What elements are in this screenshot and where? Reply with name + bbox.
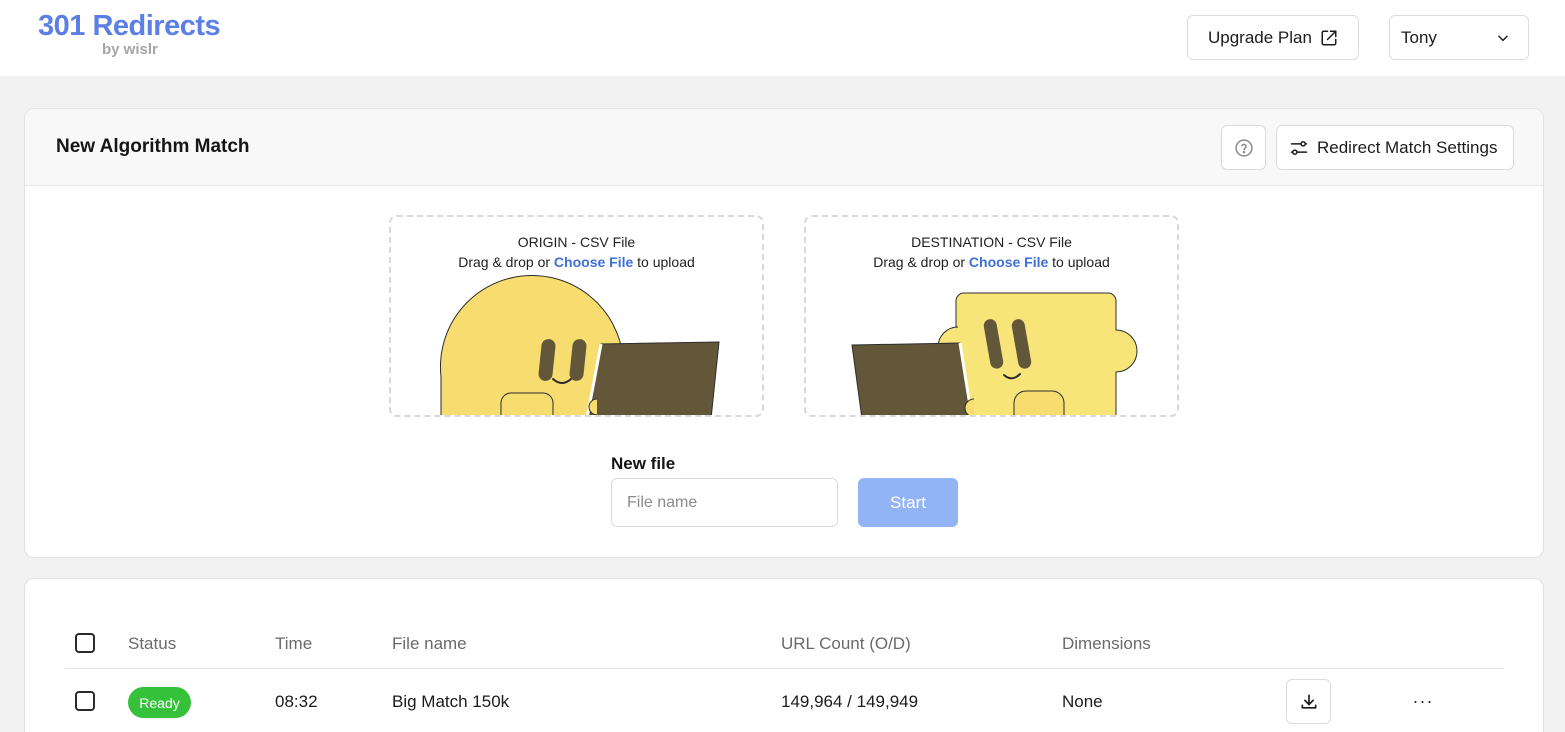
origin-instructions: Drag & drop or Choose File to upload	[391, 254, 762, 270]
column-header-time[interactable]: Time	[275, 634, 312, 654]
sliders-icon	[1290, 140, 1308, 155]
new-match-panel: New Algorithm Match Redirect Match Setti…	[24, 108, 1544, 558]
destination-choose-file-link[interactable]: Choose File	[969, 254, 1048, 270]
destination-instruction-suffix: to upload	[1048, 254, 1110, 270]
download-button[interactable]	[1286, 679, 1331, 724]
new-file-label: New file	[611, 454, 676, 473]
destination-instructions: Drag & drop or Choose File to upload	[806, 254, 1177, 270]
row-url-count: 149,964 / 149,949	[781, 692, 919, 711]
more-horizontal-icon: ···	[1412, 690, 1434, 711]
matches-table-panel: Status Time File name URL Count (O/D) Di…	[24, 578, 1544, 732]
destination-instruction-prefix: Drag & drop or	[873, 254, 969, 270]
more-options-button[interactable]: ···	[1408, 691, 1438, 711]
origin-instruction-prefix: Drag & drop or	[458, 254, 554, 270]
upgrade-plan-label: Upgrade Plan	[1208, 27, 1312, 47]
row-dimensions: None	[1062, 692, 1103, 711]
user-name: Tony	[1401, 27, 1437, 47]
column-header-file-name[interactable]: File name	[392, 634, 467, 654]
panel-title: New Algorithm Match	[56, 136, 250, 157]
origin-title: ORIGIN - CSV File	[517, 234, 636, 250]
redirect-match-settings-button[interactable]: Redirect Match Settings	[1276, 125, 1514, 170]
logo-text: 301 Redirects	[38, 10, 221, 42]
row-file-name[interactable]: Big Match 150k	[392, 692, 509, 712]
question-circle-icon	[1234, 138, 1253, 157]
origin-instruction-suffix: to upload	[633, 254, 695, 270]
column-header-dimensions[interactable]: Dimensions	[1062, 634, 1151, 654]
header-divider	[65, 668, 1504, 669]
help-button[interactable]	[1221, 125, 1266, 170]
upgrade-plan-button[interactable]: Upgrade Plan	[1187, 15, 1359, 60]
destination-dropzone[interactable]: DESTINATION - CSV File Drag & drop or Ch…	[804, 215, 1179, 417]
column-header-url-count[interactable]: URL Count (O/D)	[781, 634, 911, 654]
select-all-checkbox[interactable]	[75, 633, 95, 653]
download-icon	[1301, 694, 1316, 709]
status-badge: Ready	[128, 687, 191, 718]
settings-label: Redirect Match Settings	[1317, 137, 1498, 157]
row-checkbox[interactable]	[75, 691, 95, 711]
file-name-input[interactable]	[611, 478, 838, 527]
panel-header: New Algorithm Match Redirect Match Setti…	[25, 109, 1543, 186]
logo[interactable]: 301 Redirects by wislr	[38, 10, 238, 62]
top-bar: 301 Redirects by wislr Upgrade Plan Tony	[0, 0, 1565, 76]
origin-dropzone[interactable]: ORIGIN - CSV File Drag & drop or Choose …	[389, 215, 764, 417]
user-menu-button[interactable]: Tony	[1389, 15, 1529, 60]
destination-title: DESTINATION - CSV File	[911, 234, 1072, 250]
row-time: 08:32	[275, 692, 318, 711]
column-header-status[interactable]: Status	[128, 634, 176, 654]
origin-choose-file-link[interactable]: Choose File	[554, 254, 633, 270]
external-link-icon	[1321, 30, 1337, 45]
start-button[interactable]: Start	[858, 478, 958, 527]
chevron-down-icon	[1498, 35, 1508, 42]
logo-subtext: by wislr	[102, 41, 158, 58]
